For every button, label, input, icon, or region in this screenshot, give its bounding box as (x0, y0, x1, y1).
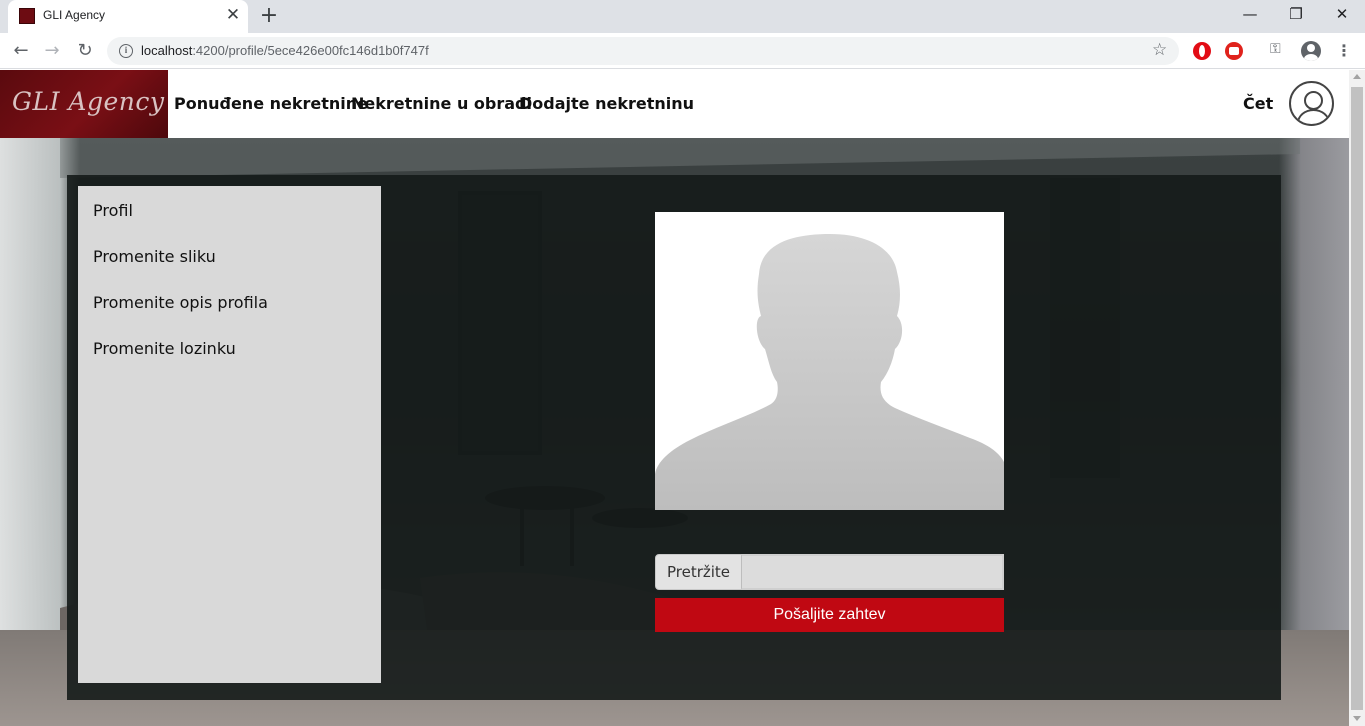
nav-link-pending-properties[interactable]: Nekretnine u obradi (351, 94, 532, 113)
account-icon[interactable] (1301, 41, 1321, 61)
nav-link-add-property[interactable]: Dodajte nekretninu (519, 94, 694, 113)
reload-icon[interactable]: ↻ (72, 38, 98, 64)
window-close-button[interactable]: ✕ (1319, 0, 1365, 30)
profile-panel: Profil Promenite sliku Promenite opis pr… (67, 175, 1281, 700)
page-scrollbar[interactable] (1349, 70, 1365, 726)
profile-picture (655, 212, 1004, 510)
browser-menu-icon[interactable]: ⋮ (1334, 40, 1354, 62)
scroll-up-arrow-icon[interactable] (1353, 74, 1361, 79)
window-maximize-button[interactable]: ❐ (1273, 0, 1319, 30)
send-request-button[interactable]: Pošaljite zahtev (655, 598, 1004, 632)
nav-link-offered-properties[interactable]: Ponuđene nekretnine (174, 94, 368, 113)
bookmark-star-icon[interactable]: ☆ (1152, 40, 1167, 60)
menu-item-change-picture[interactable]: Promenite sliku (93, 247, 216, 266)
default-person-silhouette-icon (655, 234, 1004, 510)
scroll-down-arrow-icon[interactable] (1353, 716, 1361, 721)
picture-upload-group: Pretržite (655, 554, 1004, 590)
back-arrow-icon[interactable]: ← (8, 38, 34, 64)
forward-arrow-icon[interactable]: → (39, 38, 65, 64)
favicon-icon (19, 8, 35, 24)
user-name[interactable]: Čet (1243, 94, 1273, 113)
menu-item-change-password[interactable]: Promenite lozinku (93, 339, 236, 358)
tab-close-icon[interactable]: ✕ (224, 6, 242, 24)
browse-button[interactable]: Pretržite (655, 554, 742, 590)
window-minimize-button[interactable]: — (1227, 0, 1273, 30)
site-info-icon[interactable]: i (119, 44, 133, 58)
address-bar[interactable]: i localhost:4200/profile/5ece426e00fc146… (107, 37, 1179, 65)
new-tab-button[interactable]: + (257, 4, 281, 28)
logo-text: GLI Agency (12, 87, 165, 116)
youtube-extension-icon[interactable] (1225, 42, 1243, 60)
page-viewport: GLI Agency Ponuđene nekretnine Nekretnin… (0, 70, 1349, 726)
opera-extension-icon[interactable] (1193, 42, 1211, 60)
url-text[interactable]: localhost:4200/profile/5ece426e00fc146d1… (141, 43, 429, 58)
user-avatar-icon[interactable] (1289, 81, 1334, 126)
tab-title: GLI Agency (43, 8, 106, 22)
site-header: GLI Agency Ponuđene nekretnine Nekretnin… (0, 70, 1349, 138)
site-logo[interactable]: GLI Agency (0, 70, 168, 138)
key-icon[interactable]: ⚿ (1270, 41, 1281, 57)
file-input-field[interactable] (741, 554, 1004, 590)
profile-side-menu: Profil Promenite sliku Promenite opis pr… (78, 186, 381, 683)
browser-toolbar: ← → ↻ i localhost:4200/profile/5ece426e0… (0, 33, 1365, 69)
menu-item-profile[interactable]: Profil (93, 201, 133, 220)
url-path: :4200/profile/5ece426e00fc146d1b0f747f (192, 43, 429, 58)
url-host: localhost (141, 43, 193, 58)
browser-tab[interactable]: GLI Agency ✕ (8, 0, 248, 33)
scrollbar-thumb[interactable] (1351, 87, 1363, 710)
menu-item-change-description[interactable]: Promenite opis profila (93, 293, 268, 312)
browser-tabbar: GLI Agency ✕ + — ❐ ✕ (0, 0, 1365, 33)
